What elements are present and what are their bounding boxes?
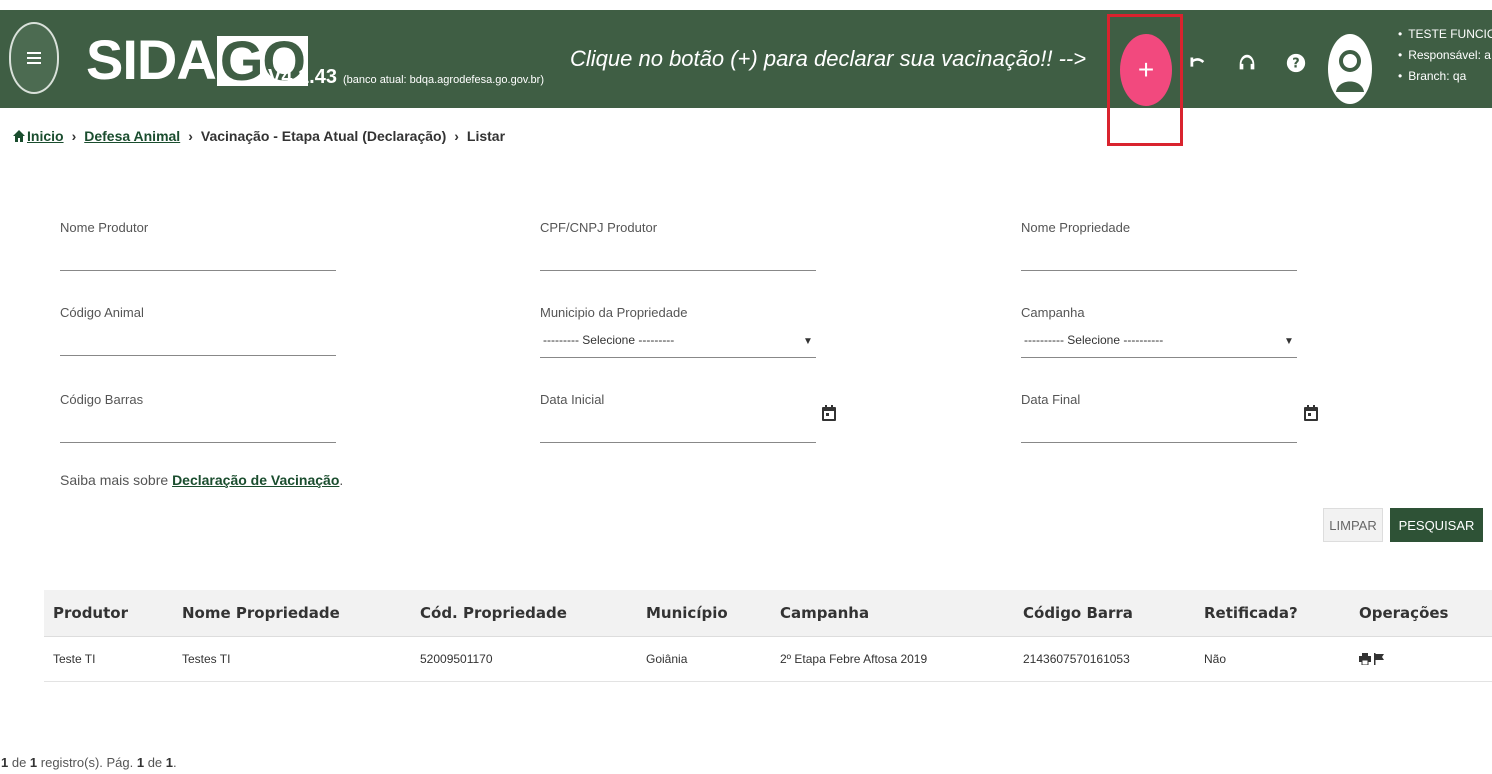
codigo-barras-field[interactable]: Código Barras [60, 392, 336, 444]
search-button[interactable]: PESQUISAR [1390, 508, 1483, 542]
campanha-select-value[interactable]: ---------- Selecione ---------- [1024, 333, 1163, 347]
breadcrumb-listar: Listar [466, 128, 506, 144]
highlight-annotation [1107, 14, 1183, 146]
user-name: TESTE FUNCIO [1398, 24, 1492, 45]
cell-operacoes [1350, 636, 1492, 682]
column-header[interactable]: Código Barra [1014, 590, 1195, 637]
cell-cod-propriedade: 52009501170 [411, 636, 637, 682]
total-pages: 1 [165, 755, 174, 770]
column-header[interactable]: Campanha [771, 590, 1014, 637]
svg-text:?: ? [1292, 57, 1299, 72]
breadcrumb-separator: › [188, 128, 193, 144]
breadcrumb-home[interactable]: Inicio [27, 128, 64, 144]
codigo-barras-input[interactable] [60, 442, 336, 443]
top-header: SID A GO V4.1.43 (banco atual: bdqa.agro… [0, 10, 1492, 108]
data-inicial-label: Data Inicial [540, 392, 605, 407]
municipio-label: Municipio da Propriedade [540, 305, 688, 320]
cell-retificada: Não [1195, 636, 1350, 682]
cell-nome-propriedade: Testes TI [173, 636, 411, 682]
codigo-animal-field[interactable]: Código Animal [60, 305, 336, 357]
user-icon [1336, 50, 1364, 92]
campanha-select[interactable] [1021, 357, 1297, 358]
undo-button[interactable] [1183, 50, 1209, 76]
breadcrumb-separator: › [454, 128, 459, 144]
column-header[interactable]: Cód. Propriedade [411, 590, 637, 637]
municipio-select-value[interactable]: --------- Selecione --------- [543, 333, 674, 347]
info-suffix: . [339, 472, 344, 488]
data-inicial-field[interactable]: Data Inicial [540, 392, 816, 444]
pagination-text: . [173, 755, 177, 770]
pagination-text: registro(s). Pág. [37, 755, 137, 770]
pagination-text: de [8, 755, 30, 770]
municipio-field[interactable]: Municipio da Propriedade --------- Selec… [540, 305, 816, 359]
user-avatar[interactable] [1328, 34, 1372, 104]
logo-text-sid: SID [86, 28, 177, 91]
codigo-barras-label: Código Barras [60, 392, 144, 407]
column-header[interactable]: Município [637, 590, 771, 637]
nome-produtor-input[interactable] [60, 270, 336, 271]
cpf-cnpj-label: CPF/CNPJ Produtor [540, 220, 658, 235]
pagination-info: 1 de 1 registro(s). Pág. 1 de 1. [1, 755, 177, 770]
header-slogan: Clique no botão (+) para declarar sua va… [570, 46, 1087, 71]
logo-text-a: A [176, 28, 217, 91]
operations-icons [1359, 652, 1492, 665]
current-page: 1 [136, 755, 145, 770]
info-prefix: Saiba mais sobre [60, 472, 173, 488]
user-responsible: Responsável: a [1398, 45, 1492, 66]
pagination-text: de [144, 755, 166, 770]
breadcrumb: Inicio › Defesa Animal › Vacinação - Eta… [12, 128, 505, 144]
calendar-icon[interactable] [1303, 404, 1319, 422]
support-button[interactable] [1234, 50, 1260, 76]
breadcrumb-vacinacao: Vacinação - Etapa Atual (Declaração) [200, 128, 447, 144]
column-header: Operações [1350, 590, 1492, 637]
flag-icon[interactable] [1373, 652, 1385, 665]
nome-produtor-label: Nome Produtor [60, 220, 149, 235]
campanha-field[interactable]: Campanha ---------- Selecione ----------… [1021, 305, 1297, 359]
help-button[interactable]: ? [1283, 50, 1309, 76]
column-header[interactable]: Produtor [44, 590, 173, 637]
hamburger-icon [27, 52, 41, 64]
clear-button[interactable]: LIMPAR [1323, 508, 1383, 542]
nome-propriedade-input[interactable] [1021, 270, 1297, 271]
database-info: (banco atual: bdqa.agrodefesa.go.gov.br) [343, 74, 544, 86]
help-icon: ? [1286, 53, 1306, 73]
cell-codigo-barra: 2143607570161053 [1014, 636, 1195, 682]
data-final-field[interactable]: Data Final [1021, 392, 1297, 444]
home-icon [13, 130, 25, 142]
municipio-select[interactable] [540, 357, 816, 358]
cell-produtor: Teste TI [44, 636, 173, 682]
results-table: Produtor Nome Propriedade Cód. Proprieda… [44, 590, 1492, 682]
data-inicial-input[interactable] [540, 442, 816, 443]
codigo-animal-input[interactable] [60, 355, 336, 356]
cpf-cnpj-input[interactable] [540, 270, 816, 271]
info-text: Saiba mais sobre Declaração de Vacinação… [60, 472, 343, 488]
app-version: V4.1.43 [268, 66, 337, 88]
print-icon[interactable] [1359, 652, 1371, 665]
user-info-list: TESTE FUNCIO Responsável: a Branch: qa [1398, 24, 1492, 87]
municipio-caret-icon[interactable]: ▼ [803, 336, 813, 347]
campanha-label: Campanha [1021, 305, 1085, 320]
nome-propriedade-label: Nome Propriedade [1021, 220, 1131, 235]
user-branch: Branch: qa [1398, 66, 1492, 87]
nome-propriedade-field[interactable]: Nome Propriedade [1021, 220, 1297, 272]
cell-municipio: Goiânia [637, 636, 771, 682]
menu-button[interactable] [9, 22, 59, 94]
cpf-cnpj-field[interactable]: CPF/CNPJ Produtor [540, 220, 816, 272]
nome-produtor-field[interactable]: Nome Produtor [60, 220, 336, 272]
data-final-label: Data Final [1021, 392, 1081, 407]
calendar-icon[interactable] [821, 404, 837, 422]
campanha-caret-icon[interactable]: ▼ [1284, 336, 1294, 347]
cell-campanha: 2º Etapa Febre Aftosa 2019 [771, 636, 1014, 682]
column-header[interactable]: Retificada? [1195, 590, 1350, 637]
column-header[interactable]: Nome Propriedade [173, 590, 411, 637]
headset-icon [1239, 54, 1255, 70]
breadcrumb-defesa-animal[interactable]: Defesa Animal [84, 128, 180, 144]
undo-icon [1190, 57, 1205, 67]
data-final-input[interactable] [1021, 442, 1297, 443]
breadcrumb-separator: › [71, 128, 77, 144]
codigo-animal-label: Código Animal [60, 305, 144, 320]
table-row[interactable]: Teste TI Testes TI 52009501170 Goiânia 2… [44, 636, 1492, 682]
declaracao-vacinacao-link[interactable]: Declaração de Vacinação [172, 472, 339, 488]
table-header-row: Produtor Nome Propriedade Cód. Proprieda… [44, 590, 1492, 637]
